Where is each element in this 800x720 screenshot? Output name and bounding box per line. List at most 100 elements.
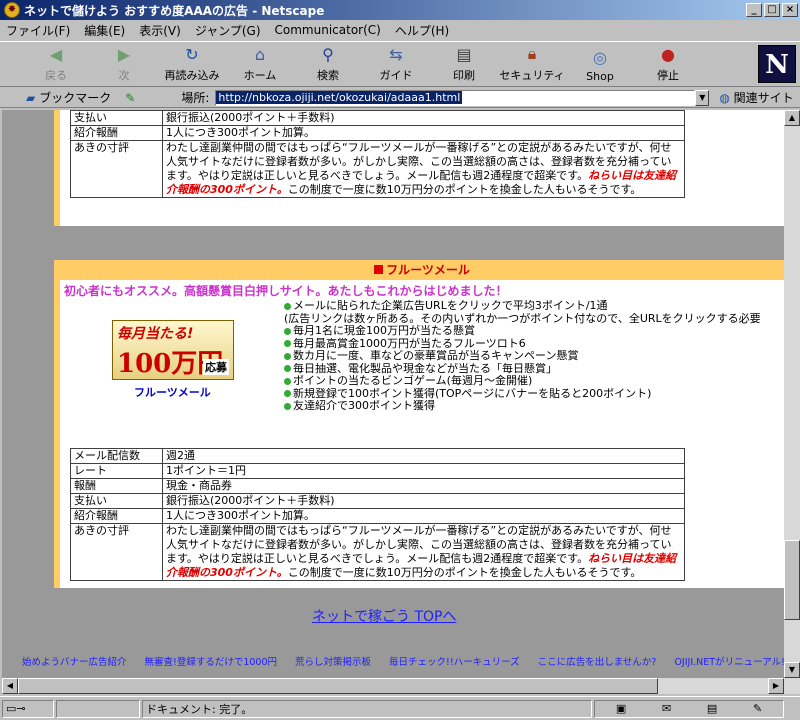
security-button[interactable]: 🔒︎ セキュリティ	[498, 42, 566, 86]
connection-status-icon: ▭⊸	[2, 699, 54, 718]
back-button[interactable]: ◀ 戻る	[22, 42, 90, 86]
menu-go[interactable]: ジャンプ(G)	[195, 22, 261, 39]
feature-list: メールに貼られた企業広告URLをクリックで平均3ポイント/1通 (広告リンクは数…	[284, 300, 784, 413]
page-content: 支払い 銀行振込(2000ポイント＋手数料) 紹介報酬 1人につき300ポイント…	[2, 110, 784, 694]
menu-file[interactable]: ファイル(F)	[6, 22, 70, 39]
row-key: 報酬	[70, 478, 163, 494]
scroll-right-icon[interactable]: ▶	[768, 678, 784, 694]
list-item: 友達紹介で300ポイント獲得	[284, 400, 784, 413]
page-proxy-icon[interactable]: ✎	[125, 91, 135, 105]
list-item: 毎日抽選、電化製品や現金などが当たる「毎日懸賞」	[284, 363, 784, 376]
table-row: レート 1ポイント＝1円	[70, 463, 685, 479]
bullet-icon	[284, 302, 291, 310]
comment-tail: この制度で一度に数10万円分のポイントを換金した人もいるそうです。	[287, 566, 642, 579]
hscroll-thumb[interactable]	[18, 678, 658, 694]
row-key: あきの寸評	[70, 139, 163, 198]
bullet-icon	[284, 327, 291, 335]
footer-link[interactable]: OJIJI.NETがリニューアル!!	[674, 654, 784, 668]
vertical-scrollbar[interactable]: ▲ ▼	[784, 110, 800, 694]
guide-label: ガイド	[379, 69, 413, 82]
list-item: 毎月最高賞金1000万円が当たるフルーツロト6	[284, 338, 784, 351]
bullet-icon	[284, 402, 291, 410]
url-text: http://nbkoza.ojiji.net/okozukai/adaaa1.…	[216, 91, 463, 104]
footer-link[interactable]: 始めようバナー広告紹介	[22, 654, 127, 668]
footer-links: 始めようバナー広告紹介 無審査!登録するだけで1000円 荒らし対策掲示板 毎日…	[22, 654, 784, 668]
row-key: 紹介報酬	[70, 508, 163, 524]
footer-link[interactable]: 無審査!登録するだけで1000円	[145, 654, 278, 668]
shop-bag-icon: ◎	[593, 47, 607, 67]
row-value: 銀行振込(2000ポイント＋手数料)	[162, 493, 685, 509]
bookmarks-button[interactable]: ▰ ブックマーク	[26, 89, 111, 106]
related-sites-button[interactable]: ◍ 関連サイト	[719, 89, 793, 106]
navigation-toolbar: ◀ 戻る ▶ 次 ↻ 再読み込み ⌂ ホーム ⚲ 検索 ⇆ ガイド ▤ 印刷 🔒…	[0, 41, 800, 87]
row-value: 銀行振込(2000ポイント＋手数料)	[162, 110, 685, 126]
status-bar: ▭⊸ ドキュメント: 完了。 ▣ ✉ ▤ ✎	[0, 696, 800, 720]
menu-help[interactable]: ヘルプ(H)	[395, 22, 449, 39]
footer-link[interactable]: 毎日チェック!!ハーキュリーズ	[389, 654, 520, 668]
minimize-button[interactable]: _	[746, 3, 762, 17]
scroll-down-icon[interactable]: ▼	[784, 662, 800, 678]
shop-button[interactable]: ◎ Shop	[566, 42, 634, 86]
list-item: メールに貼られた企業広告URLをクリックで平均3ポイント/1通	[284, 300, 784, 313]
row-key: 支払い	[70, 493, 163, 509]
ad-info-table-previous: 支払い 銀行振込(2000ポイント＋手数料) 紹介報酬 1人につき300ポイント…	[70, 110, 685, 198]
scroll-thumb[interactable]	[784, 540, 800, 620]
guide-signpost-icon: ⇆	[389, 44, 403, 64]
news-icon[interactable]: ▤	[707, 702, 717, 715]
table-row: 支払い 銀行振込(2000ポイント＋手数料)	[70, 493, 685, 509]
back-label: 戻る	[45, 69, 67, 82]
url-dropdown-icon[interactable]: ▼	[695, 89, 710, 106]
print-label: 印刷	[453, 69, 475, 82]
maximize-button[interactable]: □	[764, 3, 780, 17]
stop-traffic-light-icon: ●	[661, 44, 675, 64]
home-button[interactable]: ⌂ ホーム	[226, 42, 294, 86]
red-square-icon	[374, 265, 384, 274]
search-button[interactable]: ⚲ 検索	[294, 42, 362, 86]
section-title-text: フルーツメール	[386, 263, 470, 277]
scroll-up-icon[interactable]: ▲	[784, 110, 800, 126]
comment-cell: わたし達副業仲間の間ではもっぱら“フルーツメールが一番稼げる”との定説があるみた…	[162, 139, 685, 198]
bullet-icon	[284, 377, 291, 385]
forward-button[interactable]: ▶ 次	[90, 42, 158, 86]
related-sites-label: 関連サイト	[733, 91, 794, 105]
menu-bar: ファイル(F) 編集(E) 表示(V) ジャンプ(G) Communicator…	[0, 20, 800, 40]
menu-communicator[interactable]: Communicator(C)	[275, 23, 381, 37]
forward-label: 次	[118, 69, 130, 82]
bullet-icon	[284, 340, 291, 347]
table-row: 紹介報酬 1人につき300ポイント加算。	[70, 508, 685, 524]
composer-icon[interactable]: ✎	[753, 702, 762, 715]
shop-label: Shop	[586, 70, 614, 83]
table-row: 報酬 現金・商品券	[70, 478, 685, 494]
row-value: 1人につき300ポイント加算。	[162, 124, 685, 141]
stop-button[interactable]: ● 停止	[634, 42, 702, 86]
footer-link[interactable]: ここに広告を出しませんか?	[538, 654, 657, 668]
reload-label: 再読み込み	[164, 69, 220, 82]
ad-info-table-fruitmail: メール配信数 週2通 レート 1ポイント＝1円 報酬 現金・商品券 支払い 銀行振込(2…	[70, 448, 685, 581]
horizontal-scrollbar[interactable]: ◀ ▶	[2, 678, 784, 694]
banner-line1: 毎月当たる!	[117, 326, 194, 342]
guide-button[interactable]: ⇆ ガイド	[362, 42, 430, 86]
fruitmail-banner[interactable]: 毎月当たる! 100万円 応募	[112, 320, 234, 380]
footer-link[interactable]: 荒らし対策掲示板	[295, 654, 371, 668]
scroll-left-icon[interactable]: ◀	[2, 678, 18, 694]
ad-panel-fruitmail: フルーツメール 初心者にもオススメ。高額懸賞目白押しサイト。あたしもこれからはじ…	[54, 260, 784, 588]
netscape-app-icon[interactable]: ✸	[4, 2, 20, 18]
print-button[interactable]: ▤ 印刷	[430, 42, 498, 86]
banner-badge: 応募	[203, 359, 229, 375]
reload-button[interactable]: ↻ 再読み込み	[158, 42, 226, 86]
close-button[interactable]: ×	[782, 3, 798, 17]
menu-edit[interactable]: 編集(E)	[84, 22, 125, 39]
lock-status-icon[interactable]: ▣	[616, 702, 626, 715]
progress-bar	[56, 699, 140, 718]
list-item: (広告リンクは数ヶ所ある。その内いずれか一つがポイント付なので、全URLをクリッ…	[284, 312, 761, 325]
related-sites-icon: ◍	[719, 91, 730, 105]
url-input[interactable]: http://nbkoza.ojiji.net/okozukai/adaaa1.…	[215, 89, 696, 106]
mail-icon[interactable]: ✉	[662, 702, 671, 715]
netscape-logo[interactable]: N	[758, 45, 796, 83]
section-title: フルーツメール	[60, 260, 784, 280]
menu-view[interactable]: 表示(V)	[139, 22, 181, 39]
printer-icon: ▤	[456, 44, 472, 64]
bullet-icon	[284, 352, 291, 360]
comment-tail: この制度で一度に数10万円分のポイントを換金した人もいるそうです。	[287, 182, 642, 196]
top-page-link[interactable]: ネットで稼ごう TOPへ	[312, 606, 456, 626]
